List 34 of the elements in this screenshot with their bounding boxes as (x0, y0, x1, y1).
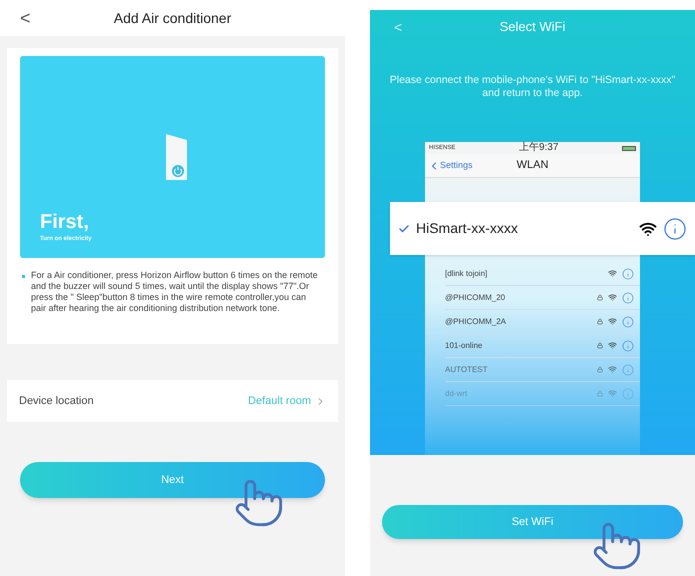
back-button[interactable]: < (20, 4, 31, 32)
network-name[interactable]: 101-online (445, 340, 592, 352)
instruction-text: For a Air conditioner, press Horizon Airflow button 6 times on the remote and the buzzer will sound 5 times, wait until the display shows "77".Or press the " Sleep"button 8 times in the wire remote controller,you can pair after hearing the air conditioning distribution network tone. (31, 270, 319, 314)
location-value: Default room (248, 394, 311, 409)
info-icon[interactable] (622, 364, 634, 376)
instruction-text: Please connect the mobile-phone's WiFi to "HiSmart-xx-xxxx" and return to the app. (388, 74, 676, 100)
clock-label: 上午9:37 (518, 143, 558, 153)
battery-icon (622, 146, 636, 150)
info-icon[interactable] (622, 292, 634, 304)
network-name[interactable]: @PHICOMM_20 (445, 292, 592, 304)
connected-network-row[interactable]: HiSmart-xx-xxxx (390, 202, 695, 255)
wifi-icon (608, 293, 617, 302)
hero-heading: First, (40, 210, 90, 235)
settings-back-link[interactable]: Settings (428, 158, 473, 172)
info-icon[interactable] (622, 268, 634, 280)
info-icon[interactable] (663, 216, 687, 240)
wifi-icon (608, 365, 617, 374)
air-conditioner-drawing (163, 134, 189, 182)
wifi-icon (608, 389, 617, 398)
wlan-title: WLAN (516, 158, 548, 174)
network-name[interactable]: [dlink tojoin] (445, 268, 603, 280)
network-name[interactable]: @PHICOMM_2A (445, 316, 592, 328)
checkmark-icon (398, 222, 410, 234)
device-location-row[interactable]: Device location Default room (7, 380, 338, 422)
location-label: Device location (19, 394, 94, 409)
bullet-icon (22, 275, 25, 278)
info-icon[interactable] (622, 316, 634, 328)
screen-title: Add Air conditioner (114, 8, 232, 28)
screen-title: Select WiFi (500, 18, 566, 36)
wifi-icon (608, 341, 617, 350)
wifi-icon (608, 317, 617, 326)
info-icon[interactable] (622, 340, 634, 352)
network-name: HiSmart-xx-xxxx (416, 219, 519, 238)
wifi-icon (608, 269, 617, 278)
